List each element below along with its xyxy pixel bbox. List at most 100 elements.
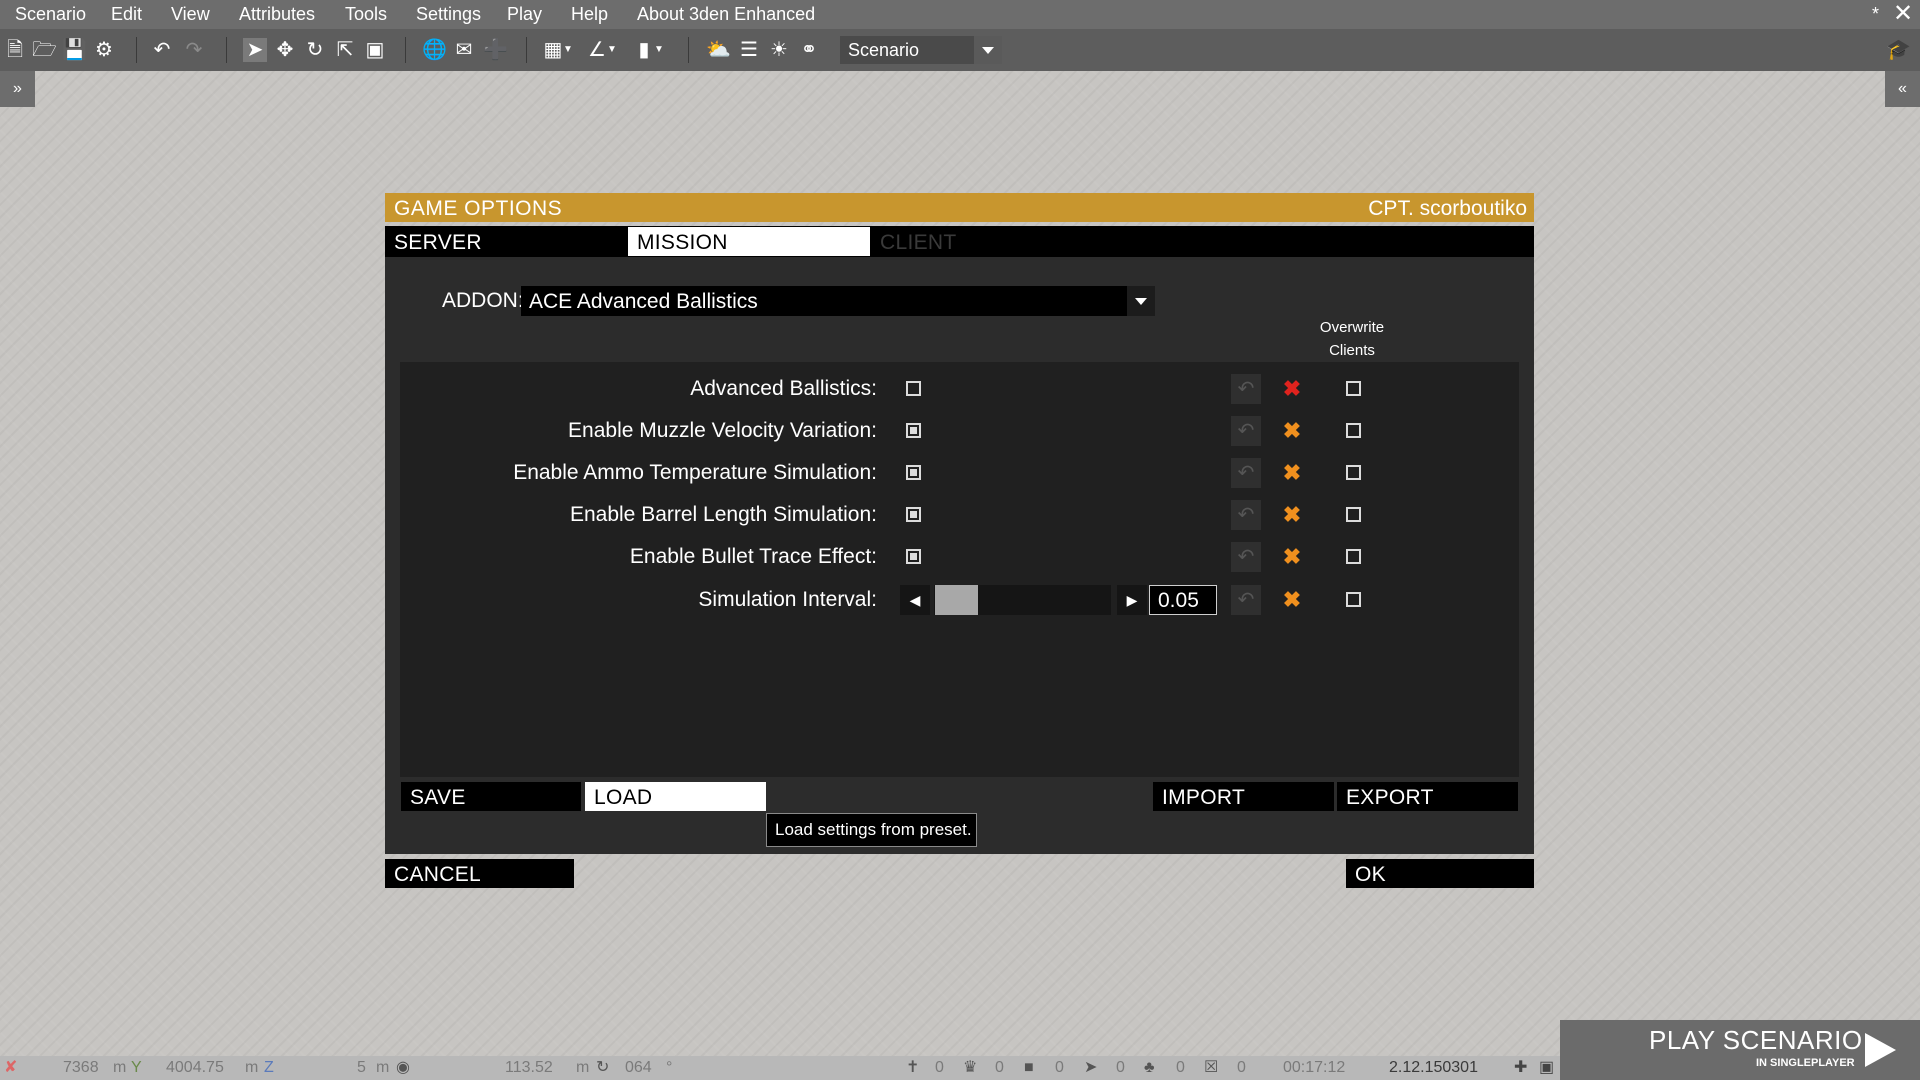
mission-time: 00:17:12 <box>1283 1059 1346 1076</box>
slider-handle[interactable] <box>935 585 978 615</box>
play-scenario-button[interactable]: PLAY SCENARIO IN SINGLEPLAYER <box>1560 1020 1920 1080</box>
play-scenario-title: PLAY SCENARIO <box>1649 1025 1863 1055</box>
setting-checkbox-ammo-temperature[interactable] <box>906 465 921 480</box>
bounding-box-icon[interactable]: ▣ <box>363 38 387 62</box>
ok-button[interactable]: OK <box>1346 859 1534 888</box>
menu-scenario[interactable]: Scenario <box>15 0 86 29</box>
binoculars-icon[interactable]: ⚭ <box>797 38 821 62</box>
menu-play[interactable]: Play <box>507 0 542 29</box>
camera-height: 113.52 <box>505 1059 553 1076</box>
load-button[interactable]: LOAD <box>585 782 766 811</box>
close-icon[interactable]: ✖ <box>1280 500 1304 530</box>
tooltip-text: Load settings from preset. <box>775 820 972 839</box>
new-file-icon[interactable]: 🗎 <box>3 38 27 62</box>
rotate-icon[interactable]: ↻ <box>303 38 327 62</box>
chevron-down-icon[interactable]: ▼ <box>652 38 666 62</box>
reset-icon[interactable] <box>1231 458 1261 488</box>
menu-settings[interactable]: Settings <box>416 0 481 29</box>
camera-direction: 064 <box>625 1059 652 1076</box>
unsaved-indicator: * <box>1872 4 1880 24</box>
close-icon[interactable]: ✖ <box>1280 458 1304 488</box>
library-icon[interactable]: ☰ <box>737 38 761 62</box>
group-icon: ♛ <box>963 1059 978 1076</box>
save-button[interactable]: SAVE <box>401 782 581 811</box>
close-icon[interactable]: ✖ <box>1280 585 1304 615</box>
menu-tools[interactable]: Tools <box>345 0 387 29</box>
scenario-select[interactable]: Scenario <box>840 36 1002 64</box>
rotate-icon: ↻ <box>596 1059 610 1076</box>
position-icon: ✘ <box>4 1059 18 1076</box>
redo-icon[interactable]: ↷ <box>182 38 206 62</box>
system-icon: ♣ <box>1144 1059 1155 1076</box>
graduation-cap-icon[interactable]: 🎓 <box>1886 38 1911 62</box>
scale-icon[interactable]: ⇱ <box>333 38 357 62</box>
addon-select-value: ACE Advanced Ballistics <box>529 290 758 313</box>
move-icon[interactable]: ✥ <box>273 38 297 62</box>
setting-checkbox-barrel-length[interactable] <box>906 507 921 522</box>
overwrite-checkbox[interactable] <box>1346 592 1361 607</box>
close-icon[interactable]: ✖ <box>1280 416 1304 446</box>
undo-icon[interactable]: ↶ <box>150 38 174 62</box>
marker-icon: ☒ <box>1204 1059 1219 1076</box>
save-icon[interactable]: 💾 <box>62 38 87 62</box>
toolbar-separator <box>688 37 689 63</box>
addon-select[interactable]: ACE Advanced Ballistics <box>521 286 1155 316</box>
reset-icon[interactable] <box>1231 542 1261 572</box>
cancel-button[interactable]: CANCEL <box>385 859 574 888</box>
overwrite-clients-header: Overwrite Clients <box>1319 319 1385 359</box>
globe-icon[interactable]: 🌐 <box>422 38 447 62</box>
chevron-down-icon[interactable]: ▼ <box>561 38 575 62</box>
overwrite-checkbox[interactable] <box>1346 465 1361 480</box>
grid-snap-icon[interactable]: ✚ <box>1514 1056 1527 1080</box>
menu-view[interactable]: View <box>171 0 210 29</box>
steam-icon[interactable]: ⚙ <box>92 38 116 62</box>
reset-icon[interactable] <box>1231 374 1261 404</box>
import-button[interactable]: IMPORT <box>1153 782 1334 811</box>
export-button[interactable]: EXPORT <box>1337 782 1518 811</box>
reset-icon[interactable] <box>1231 585 1261 615</box>
close-icon[interactable]: ✕ <box>1893 0 1913 29</box>
tab-mission[interactable]: MISSION <box>628 227 870 256</box>
menu-edit[interactable]: Edit <box>111 0 142 29</box>
player-name: CPT. scorboutiko <box>1368 197 1527 220</box>
select-cursor-icon[interactable]: ➤ <box>243 38 267 62</box>
overwrite-checkbox[interactable] <box>1346 549 1361 564</box>
chevron-down-icon[interactable] <box>974 36 1002 64</box>
menu-help[interactable]: Help <box>571 0 608 29</box>
chevron-down-icon[interactable]: ▼ <box>605 38 619 62</box>
slider-left-arrow-icon[interactable]: ◀ <box>900 585 930 615</box>
overwrite-checkbox[interactable] <box>1346 423 1361 438</box>
play-scenario-subtitle: IN SINGLEPLAYER <box>1756 1057 1855 1069</box>
close-icon[interactable]: ✖ <box>1280 374 1304 404</box>
height-icon: Z <box>264 1059 274 1076</box>
reset-icon[interactable] <box>1231 500 1261 530</box>
tab-server[interactable]: SERVER <box>385 227 627 256</box>
reset-icon[interactable] <box>1231 416 1261 446</box>
envelope-icon[interactable]: ✉ <box>452 38 476 62</box>
overwrite-checkbox[interactable] <box>1346 381 1361 396</box>
setting-checkbox-advanced-ballistics[interactable] <box>906 381 921 396</box>
toolbar-separator <box>136 37 137 63</box>
simulation-interval-field[interactable]: 0.05 <box>1149 585 1217 615</box>
trigger-icon: ■ <box>1024 1059 1034 1076</box>
menu-attributes[interactable]: Attributes <box>239 0 315 29</box>
menu-bar: Scenario Edit View Attributes Tools Sett… <box>0 0 1920 29</box>
menu-about-3den-enhanced[interactable]: About 3den Enhanced <box>637 0 815 29</box>
setting-checkbox-bullet-trace[interactable] <box>906 549 921 564</box>
slider-right-arrow-icon[interactable]: ▶ <box>1117 585 1147 615</box>
left-panel-toggle[interactable]: » <box>0 71 35 107</box>
addon-label: ADDON: <box>442 289 524 312</box>
open-folder-icon[interactable]: 🗁 <box>32 38 57 62</box>
status-bar: ✘ 7368 m Y 4004.75 m Z 5 m ◉ 113.52 m ↻ … <box>0 1056 1560 1080</box>
overwrite-checkbox[interactable] <box>1346 507 1361 522</box>
weather-icon[interactable]: ⛅ <box>706 38 731 62</box>
map-icon[interactable]: ▣ <box>1539 1056 1554 1080</box>
setting-checkbox-muzzle-velocity[interactable] <box>906 423 921 438</box>
vertical-snap-icon[interactable]: ➕ <box>483 38 508 62</box>
right-panel-toggle[interactable]: « <box>1885 71 1920 107</box>
waypoint-icon: ➤ <box>1084 1059 1098 1076</box>
dialog-title-bar: GAME OPTIONS CPT. scorboutiko <box>385 193 1534 222</box>
close-icon[interactable]: ✖ <box>1280 542 1304 572</box>
chevron-down-icon[interactable] <box>1127 286 1155 316</box>
sun-icon[interactable]: ☀ <box>767 38 791 62</box>
